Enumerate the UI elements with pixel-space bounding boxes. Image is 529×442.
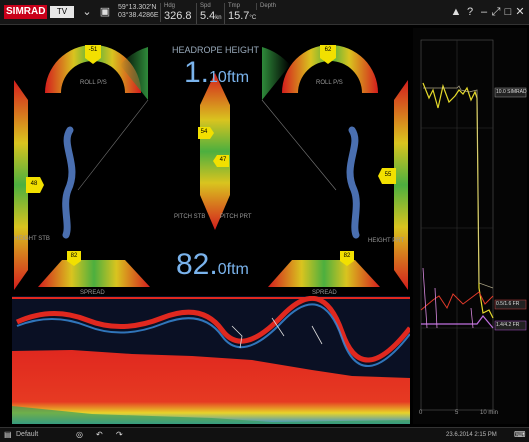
depth-readout: Depth: [256, 3, 290, 10]
layout-icon[interactable]: ▤: [4, 428, 12, 442]
port-side-value: 48: [30, 181, 38, 187]
undo-icon[interactable]: ↶: [96, 428, 103, 442]
heading-readout: Hdg 326.8: [160, 3, 192, 22]
port-roll-value: -51: [88, 47, 98, 53]
speed-label: Spd: [200, 3, 211, 9]
chevron-down-icon[interactable]: ⌄: [80, 5, 94, 19]
stbd-trawl-door: [346, 126, 360, 239]
pitch-top-value: 54: [200, 129, 208, 135]
simrad-logo: SIMRAD: [4, 5, 48, 19]
speed-unit: kn: [215, 15, 222, 21]
headrope-value-int: 1.: [184, 56, 210, 89]
alarm-icon[interactable]: ▲: [450, 5, 462, 19]
graph-x-tick-2: 10 min: [480, 410, 499, 416]
longitude-text: 03°38.4286E: [118, 12, 159, 19]
depth-readout-large: 82.0ftm: [176, 248, 249, 282]
heading-label: Hdg: [164, 3, 176, 9]
latitude-text: 59°13.302'N: [118, 4, 157, 11]
speed-readout: Spd 5.4kn: [196, 3, 222, 24]
headrope-value-dec: 10: [209, 69, 227, 86]
status-bar: ▤ Default ◎ ↶ ↷ 23.6.2014 2:15 PM ⌨: [0, 427, 529, 442]
graph-legend-mid: 0.5/1.6 FR: [496, 301, 520, 307]
port-trawl-door: [62, 126, 76, 239]
profile-name[interactable]: Default: [16, 428, 38, 442]
tv-toggle-button[interactable]: TV: [50, 6, 74, 18]
resize-icon[interactable]: □: [502, 5, 514, 19]
echogram-panel[interactable]: [12, 296, 410, 424]
stbd-spread-gauge: [268, 260, 380, 287]
stbd-height-gauge: [394, 80, 408, 290]
pitch-gauge: [200, 73, 230, 230]
temperature-unit: °C: [249, 15, 257, 21]
port-height-gauge: [14, 80, 28, 290]
port-spread-gauge: [38, 260, 150, 287]
stbd-side-value: 55: [384, 172, 392, 178]
redo-icon[interactable]: ↷: [116, 428, 123, 442]
stbd-roll-value: 62: [324, 47, 332, 53]
temperature-value: 15.7: [228, 10, 250, 22]
port-height-label: HEIGHT STB: [14, 236, 50, 242]
heading-value: 326.8: [164, 10, 192, 22]
depth-unit: ftm: [226, 261, 249, 278]
keyboard-icon[interactable]: ⌨: [514, 428, 526, 442]
stbd-roll-label: ROLL P/S: [316, 80, 343, 86]
depth-value-int: 82.: [176, 248, 218, 281]
stbd-height-label: HEIGHT PRT: [368, 238, 405, 244]
pitch-label-right: PITCH PRT: [220, 214, 252, 220]
close-icon[interactable]: ✕: [514, 5, 526, 19]
spread-right-value: 82: [343, 253, 351, 259]
record-icon[interactable]: ◎: [76, 428, 83, 442]
camera-icon[interactable]: ▣: [98, 5, 112, 19]
pitch-label-left: PITCH STB: [174, 214, 206, 220]
temperature-readout: Tmp 15.7°C: [224, 3, 256, 24]
date-time: 23.6.2014 2:15 PM: [446, 432, 497, 438]
gps-position: 59°13.302'N 03°38.4286E: [118, 4, 159, 20]
graph-x-tick-1: 5: [455, 410, 459, 416]
help-button[interactable]: ?: [464, 5, 476, 19]
headrope-readout: 1.10ftm: [184, 56, 249, 90]
depth-label: Depth: [260, 3, 277, 9]
top-toolbar: SIMRAD TV ⌄ ▣ 59°13.302'N 03°38.4286E Hd…: [0, 0, 529, 25]
depth-value-dec: 0: [217, 261, 227, 278]
headrope-title: HEADROPE HEIGHT: [172, 45, 260, 55]
graph-x-tick-0: 0: [419, 410, 423, 416]
graph-legend-top: 10.0 SIMRAD: [496, 89, 527, 95]
headrope-unit: ftm: [226, 69, 250, 86]
port-roll-label: ROLL P/S: [80, 80, 107, 86]
sensor-history-graph[interactable]: [413, 28, 527, 424]
spread-left-value: 82: [70, 253, 78, 259]
temperature-label: Tmp: [228, 3, 240, 9]
minimize-icon[interactable]: –: [478, 5, 490, 19]
restore-icon[interactable]: ⤢: [490, 5, 502, 19]
graph-legend-low: 1.4/4.2 FR: [496, 322, 520, 328]
speed-value: 5.4: [200, 10, 216, 22]
pitch-mid-value: 47: [219, 157, 227, 163]
